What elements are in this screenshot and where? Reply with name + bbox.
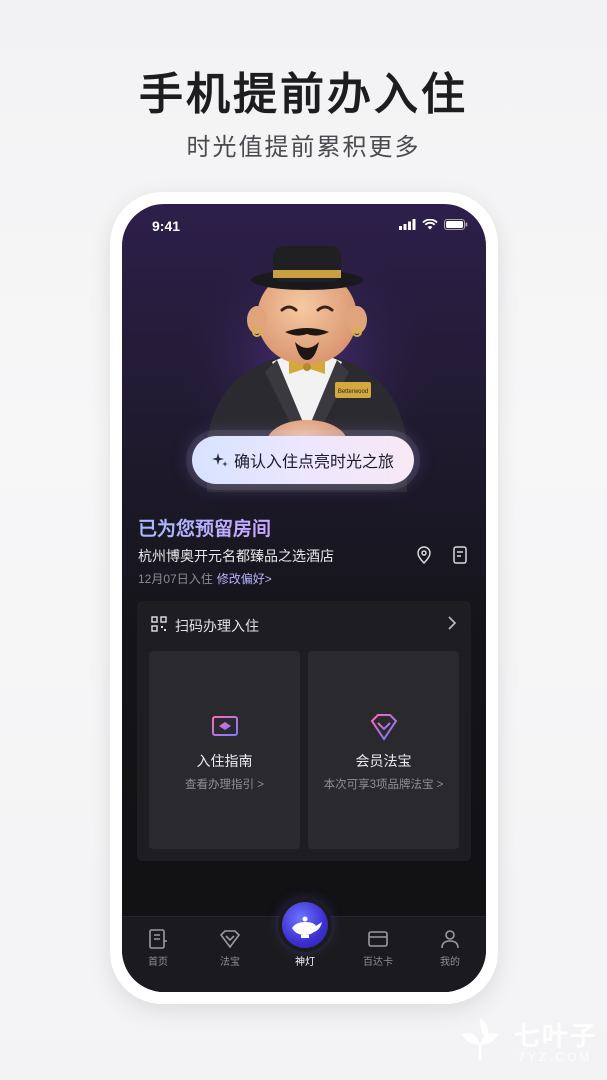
name-tag-text: Betterwood — [338, 389, 368, 395]
tab-treasure[interactable]: 法宝 — [200, 917, 260, 977]
status-icons — [399, 219, 468, 230]
status-time: 9:41 — [152, 218, 181, 234]
watermark-name: 七叶子 — [514, 1021, 599, 1051]
tab-label: 神灯 — [295, 957, 315, 968]
genie-lamp-button[interactable] — [282, 902, 328, 948]
leaf-logo-icon — [462, 1018, 498, 1060]
checkin-info: 12月07日入住 修改偏好> — [138, 570, 272, 587]
tile-title: 入住指南 — [196, 753, 253, 769]
phone-frame: 9:41 Betterwood 确认入住点亮时光之旅 已为您预留房间 杭州博奥开… — [110, 192, 498, 1004]
watermark: 七叶子 7YZ.COM — [452, 1010, 602, 1070]
tile-subtitle: 本次可享3项品牌法宝 > — [323, 779, 444, 791]
chevron-right-icon — [448, 616, 457, 630]
qr-scan-icon — [151, 616, 167, 632]
tile-subtitle: 查看办理指引 > — [185, 779, 264, 791]
tab-label: 我的 — [440, 957, 460, 968]
diamond-icon — [219, 930, 241, 949]
watermark-domain: 7YZ.COM — [518, 1050, 593, 1064]
tile-title: 会员法宝 — [355, 753, 412, 769]
hotel-name: 杭州博奥开元名都臻品之选酒店 — [138, 548, 334, 564]
checkin-card: 扫码办理入住 入住指南 查看办理指引 > 会员法宝 本次可享3项品牌法宝 > — [137, 601, 471, 861]
edit-preferences-link[interactable]: 修改偏好> — [217, 572, 272, 586]
checkin-guide-tile[interactable]: 入住指南 查看办理指引 > — [149, 651, 300, 849]
confirm-checkin-button[interactable]: 确认入住点亮时光之旅 — [192, 436, 414, 484]
tab-label: 百达卡 — [363, 957, 393, 968]
reserved-title: 已为您预留房间 — [138, 514, 271, 541]
app-screen: 9:41 Betterwood 确认入住点亮时光之旅 已为您预留房间 杭州博奥开… — [122, 204, 486, 992]
promo-headline: 手机提前办入住 — [139, 70, 468, 119]
sparkle-icon — [211, 453, 228, 467]
note-icon[interactable] — [450, 545, 470, 565]
member-perks-tile[interactable]: 会员法宝 本次可享3项品牌法宝 > — [308, 651, 459, 849]
scan-checkin-label: 扫码办理入住 — [175, 618, 259, 634]
battery-icon — [444, 219, 468, 230]
user-icon — [441, 930, 459, 949]
cta-label: 确认入住点亮时光之旅 — [233, 454, 394, 471]
tab-label: 法宝 — [220, 957, 240, 968]
location-icon[interactable] — [414, 545, 434, 565]
guide-icon — [212, 716, 238, 740]
checkin-date: 12月07日入住 — [138, 572, 213, 586]
promo-subheadline: 时光值提前累积更多 — [186, 134, 421, 161]
scan-checkin-row[interactable]: 扫码办理入住 — [137, 601, 471, 647]
tab-home[interactable]: 首页 — [128, 917, 188, 977]
home-doc-icon — [149, 929, 167, 949]
magic-lamp-icon — [292, 916, 322, 938]
tab-label: 首页 — [148, 957, 168, 968]
tab-profile[interactable]: 我的 — [420, 917, 480, 977]
tab-card[interactable]: 百达卡 — [348, 917, 408, 977]
wifi-icon — [422, 219, 438, 230]
diamond-icon — [370, 714, 398, 741]
card-wallet-icon — [368, 931, 388, 947]
signal-icon — [399, 219, 416, 230]
